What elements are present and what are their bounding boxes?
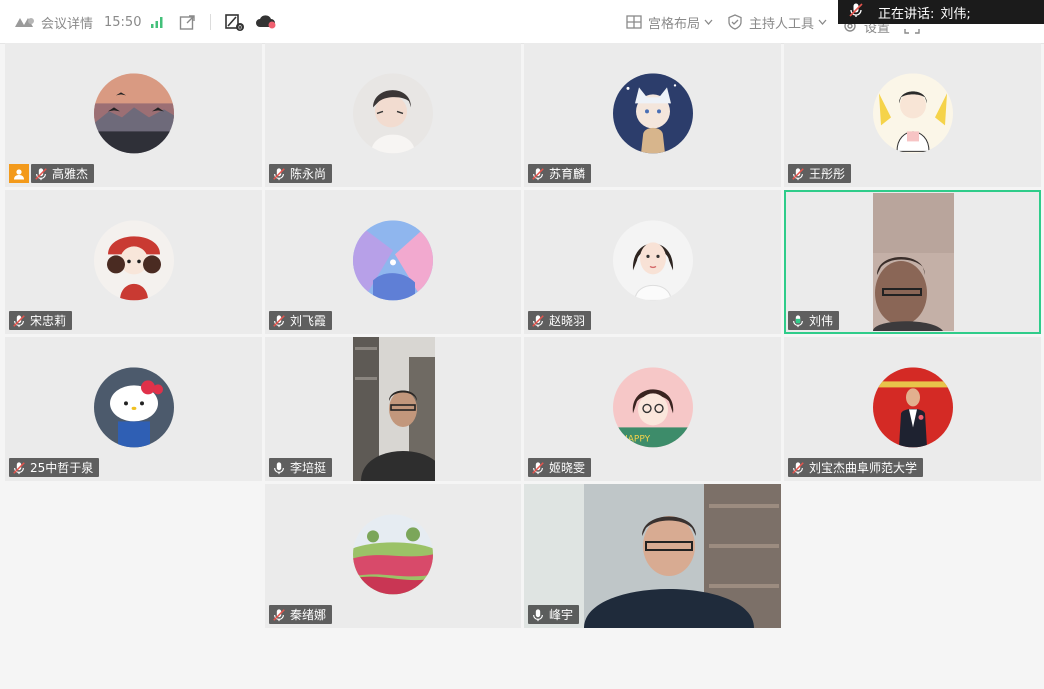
active-speaker-tile[interactable]: 刘伟 [784, 190, 1041, 334]
mic-muted-icon [531, 167, 545, 181]
name-tag: 刘宝杰曲阜师范大学 [788, 458, 924, 477]
mic-muted-icon [34, 167, 48, 181]
participant-tile[interactable]: HAPPY 姬晓雯 [524, 337, 781, 481]
mic-muted-icon [12, 461, 26, 475]
chevron-down-icon [818, 19, 827, 25]
meeting-logo-icon [14, 15, 36, 29]
avatar [93, 367, 174, 448]
participant-tile[interactable]: 宋忠莉 [5, 190, 262, 334]
speaking-label: 正在讲话: [878, 6, 935, 22]
avatar [93, 73, 174, 154]
participant-tile[interactable]: 高雅杰 [5, 43, 262, 187]
mic-muted-icon [531, 314, 545, 328]
participant-name: 陈永尚 [290, 167, 327, 181]
participant-name: 刘宝杰曲阜师范大学 [809, 461, 918, 475]
host-tools-label: 主持人工具 [749, 16, 815, 32]
host-tools-button[interactable]: 主持人工具 [727, 0, 827, 44]
mic-muted-icon [12, 314, 26, 328]
layout-button[interactable]: 宫格布局 [626, 0, 713, 44]
participant-tile[interactable]: 25中哲于泉 [5, 337, 262, 481]
grid-layout-icon [626, 15, 642, 29]
divider [210, 14, 211, 30]
name-tag: 高雅杰 [31, 164, 95, 183]
shield-icon [727, 14, 743, 30]
speaking-banner: 正在讲话: 刘伟; [838, 0, 1044, 24]
svg-text:HAPPY: HAPPY [621, 434, 651, 444]
meeting-details-button[interactable]: 会议详情 [14, 0, 93, 44]
participant-tile[interactable]: 秦绪娜 [265, 484, 521, 628]
participant-name: 高雅杰 [52, 167, 89, 181]
name-tag: 苏育麟 [528, 164, 592, 183]
avatar [872, 367, 953, 448]
participant-name: 姬晓雯 [549, 461, 586, 475]
mic-icon [272, 461, 286, 475]
signal-icon[interactable] [150, 0, 164, 44]
participant-name: 秦绪娜 [290, 608, 327, 622]
speaking-name: 刘伟; [940, 6, 971, 22]
share-out-icon[interactable] [179, 0, 196, 44]
avatar [872, 73, 953, 154]
name-tag: 25中哲于泉 [9, 458, 100, 477]
participant-name: 李培挺 [290, 461, 327, 475]
participant-tile[interactable]: 李培挺 [265, 337, 521, 481]
meeting-details-label: 会议详情 [41, 16, 94, 32]
mic-icon [531, 608, 545, 622]
cloud-record-icon[interactable] [255, 0, 277, 44]
mic-muted-icon [531, 461, 545, 475]
name-tag: 姬晓雯 [528, 458, 592, 477]
participant-name: 宋忠莉 [30, 314, 67, 328]
participant-tile[interactable]: 王彤彤 [784, 43, 1041, 187]
mic-muted-icon [272, 608, 286, 622]
camera-video [873, 193, 954, 331]
participant-name: 刘伟 [809, 314, 834, 328]
participant-tile[interactable]: 峰宇 [524, 484, 781, 628]
name-tag: 秦绪娜 [269, 605, 333, 624]
mic-stats-icon[interactable]: 0 [225, 0, 245, 44]
participant-name: 刘飞霞 [290, 314, 327, 328]
name-tag: 陈永尚 [269, 164, 333, 183]
participant-tile[interactable]: 陈永尚 [265, 43, 521, 187]
participant-name: 峰宇 [549, 608, 574, 622]
mic-muted-icon [791, 461, 805, 475]
participant-tile[interactable]: 刘宝杰曲阜师范大学 [784, 337, 1041, 481]
chevron-down-icon [704, 19, 713, 25]
avatar: HAPPY [612, 367, 693, 448]
avatar [353, 514, 433, 595]
participant-name: 25中哲于泉 [30, 461, 94, 475]
name-tag: 王彤彤 [788, 164, 852, 183]
avatar [612, 220, 693, 301]
meeting-time: 15:50 [104, 14, 142, 30]
mic-muted-icon [272, 167, 286, 181]
layout-label: 宫格布局 [648, 16, 701, 32]
name-tag: 峰宇 [528, 605, 580, 624]
avatar [353, 73, 433, 154]
svg-text:0: 0 [238, 25, 242, 32]
mic-muted-icon [272, 314, 286, 328]
avatar [93, 220, 174, 301]
name-tag: 刘飞霞 [269, 311, 333, 330]
participant-tile[interactable]: 赵晓羽 [524, 190, 781, 334]
name-tag: 李培挺 [269, 458, 333, 477]
participant-tile[interactable]: 苏育麟 [524, 43, 781, 187]
participant-name: 赵晓羽 [549, 314, 586, 328]
avatar [612, 73, 693, 154]
name-tag: 宋忠莉 [9, 311, 73, 330]
host-badge [9, 164, 29, 183]
name-tag: 赵晓羽 [528, 311, 592, 330]
participant-name: 王彤彤 [809, 167, 846, 181]
mic-speaking-icon [791, 314, 805, 328]
name-tag: 刘伟 [788, 311, 840, 330]
mic-muted-icon [848, 2, 864, 22]
avatar [353, 220, 433, 301]
participant-tile[interactable]: 刘飞霞 [265, 190, 521, 334]
camera-video [353, 337, 435, 481]
mic-muted-icon [791, 167, 805, 181]
participant-name: 苏育麟 [549, 167, 586, 181]
